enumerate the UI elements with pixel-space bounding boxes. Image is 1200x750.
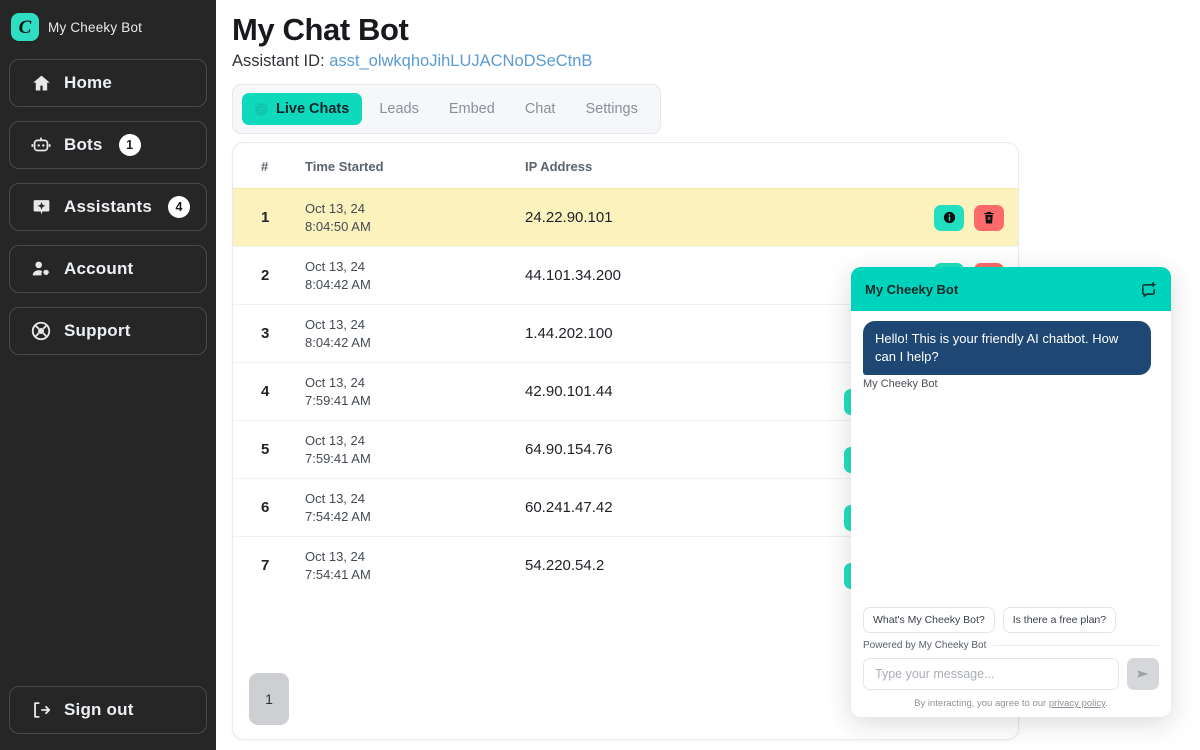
home-icon bbox=[30, 72, 52, 94]
app-logo-icon: C bbox=[11, 13, 39, 41]
sidebar-item-home[interactable]: Home bbox=[9, 59, 207, 107]
cell-time-started: Oct 13, 24 7:59:41 AM bbox=[305, 374, 371, 408]
sparkle-badge-icon bbox=[30, 196, 52, 218]
powered-by-label: Powered by My Cheeky Bot bbox=[863, 640, 987, 651]
sidebar-item-assistants-badge: 4 bbox=[167, 196, 190, 218]
send-icon[interactable] bbox=[1127, 658, 1159, 690]
column-header-index: # bbox=[261, 159, 269, 174]
cell-index: 6 bbox=[261, 499, 270, 516]
live-dot-icon bbox=[255, 102, 268, 116]
trash-icon bbox=[982, 210, 996, 225]
privacy-policy-link[interactable]: privacy policy bbox=[1049, 698, 1105, 709]
column-header-ip: IP Address bbox=[525, 159, 593, 174]
cell-index: 3 bbox=[261, 325, 270, 342]
quick-reply-1[interactable]: What's My Cheeky Bot? bbox=[863, 607, 995, 633]
chat-widget-header: My Cheeky Bot bbox=[851, 267, 1171, 311]
cell-time-started: Oct 13, 24 7:54:41 AM bbox=[305, 549, 371, 582]
sidebar-item-assistants[interactable]: Assistants 4 bbox=[9, 183, 207, 231]
cell-actions bbox=[815, 189, 1018, 247]
sidebar-item-account[interactable]: Account bbox=[9, 245, 207, 293]
cell-index: 4 bbox=[261, 383, 270, 400]
tab-chat[interactable]: Chat bbox=[512, 93, 569, 125]
cell-ip-address: 1.44.202.100 bbox=[525, 325, 613, 342]
cell-time-started: Oct 13, 24 8:04:42 AM bbox=[305, 316, 371, 350]
row-actions bbox=[815, 204, 1004, 231]
chat-message-author: My Cheeky Bot bbox=[863, 377, 938, 390]
cell-ip-address: 64.90.154.76 bbox=[525, 441, 613, 458]
app-logo-letter: C bbox=[18, 16, 32, 38]
assistant-id-line: Assistant ID: asst_olwkqhoJihLUJACNoDSeC… bbox=[232, 52, 592, 71]
table-head: # Time Started IP Address bbox=[233, 143, 1018, 189]
info-icon bbox=[942, 210, 957, 225]
chat-widget-legal: By interacting, you agree to our privacy… bbox=[851, 694, 1171, 717]
cell-time-started: Oct 13, 24 7:54:42 AM bbox=[305, 490, 371, 524]
sign-out-button[interactable]: Sign out bbox=[9, 686, 207, 734]
table-row[interactable]: 1 Oct 13, 24 8:04:50 AM 24.22.90.101 bbox=[233, 188, 1018, 247]
sidebar-item-support[interactable]: Support bbox=[9, 307, 207, 355]
powered-by: Powered by My Cheeky Bot bbox=[851, 636, 1171, 651]
chat-widget-messages: Hello! This is your friendly AI chatbot.… bbox=[851, 311, 1171, 607]
sign-out-icon bbox=[30, 699, 52, 721]
sidebar-item-support-label: Support bbox=[64, 321, 131, 340]
delete-button[interactable] bbox=[974, 204, 1004, 231]
cell-index: 5 bbox=[261, 441, 270, 458]
assistant-id-link[interactable]: asst_olwkqhoJihLUJACNoDSeCtnB bbox=[329, 52, 592, 70]
sidebar: C My Cheeky Bot Home Bots 1 Assistants 4… bbox=[0, 0, 216, 750]
tab-leads[interactable]: Leads bbox=[366, 93, 432, 125]
lifebuoy-icon bbox=[30, 320, 52, 342]
cell-index: 7 bbox=[261, 557, 270, 575]
quick-replies: What's My Cheeky Bot? Is there a free pl… bbox=[851, 607, 1171, 636]
cell-time-started: Oct 13, 24 7:59:41 AM bbox=[305, 432, 371, 466]
quick-reply-2[interactable]: Is there a free plan? bbox=[1002, 607, 1117, 633]
chat-message-input[interactable] bbox=[863, 658, 1119, 690]
cell-time-started: Oct 13, 24 8:04:50 AM bbox=[305, 200, 371, 234]
sign-out-label: Sign out bbox=[64, 700, 134, 719]
sidebar-item-home-label: Home bbox=[64, 73, 113, 92]
cell-ip-address: 24.22.90.101 bbox=[525, 209, 613, 226]
page-title: My Chat Bot bbox=[232, 12, 409, 47]
chat-widget: My Cheeky Bot Hello! This is your friend… bbox=[851, 267, 1171, 717]
cell-index: 1 bbox=[261, 209, 270, 226]
tab-live-chats-label: Live Chats bbox=[276, 101, 350, 117]
new-chat-icon[interactable] bbox=[1140, 281, 1157, 298]
chat-widget-title: My Cheeky Bot bbox=[865, 281, 959, 297]
powered-by-rule bbox=[993, 645, 1159, 646]
signout-wrap: Sign out bbox=[0, 686, 216, 750]
cell-ip-address: 60.241.47.42 bbox=[525, 499, 613, 516]
cell-ip-address: 54.220.54.2 bbox=[525, 557, 605, 575]
tab-live-chats[interactable]: Live Chats bbox=[242, 93, 363, 125]
sidebar-nav: Home Bots 1 Assistants 4 Account Support bbox=[0, 53, 216, 355]
tab-settings[interactable]: Settings bbox=[572, 93, 650, 125]
tab-bar: Live Chats Leads Embed Chat Settings bbox=[232, 84, 661, 134]
column-header-actions bbox=[815, 143, 1018, 189]
sidebar-item-bots-badge: 1 bbox=[118, 134, 141, 156]
cell-ip-address: 42.90.101.44 bbox=[525, 383, 613, 400]
chat-message-bubble: Hello! This is your friendly AI chatbot.… bbox=[863, 321, 1151, 375]
tab-embed[interactable]: Embed bbox=[436, 93, 508, 125]
legal-prefix: By interacting, you agree to our bbox=[914, 698, 1049, 709]
brand: C My Cheeky Bot bbox=[0, 0, 216, 53]
cell-ip-address: 44.101.34.200 bbox=[525, 267, 621, 284]
cell-time-started: Oct 13, 24 8:04:42 AM bbox=[305, 258, 371, 292]
info-button[interactable] bbox=[934, 204, 964, 231]
sidebar-item-bots[interactable]: Bots 1 bbox=[9, 121, 207, 169]
cell-index: 2 bbox=[261, 267, 270, 284]
pagination-page-1[interactable]: 1 bbox=[249, 673, 289, 725]
assistant-id-label: Assistant ID: bbox=[232, 52, 325, 70]
brand-name: My Cheeky Bot bbox=[48, 19, 143, 35]
legal-suffix: . bbox=[1105, 698, 1108, 709]
sidebar-item-assistants-label: Assistants bbox=[64, 197, 152, 216]
chat-input-row bbox=[851, 651, 1171, 694]
column-header-time: Time Started bbox=[305, 159, 384, 174]
table-header-row: # Time Started IP Address bbox=[233, 143, 1018, 189]
sidebar-item-account-label: Account bbox=[64, 259, 134, 278]
user-gear-icon bbox=[30, 258, 52, 280]
robot-icon bbox=[30, 134, 52, 156]
sidebar-item-bots-label: Bots bbox=[64, 135, 103, 154]
pagination: 1 bbox=[249, 673, 289, 725]
